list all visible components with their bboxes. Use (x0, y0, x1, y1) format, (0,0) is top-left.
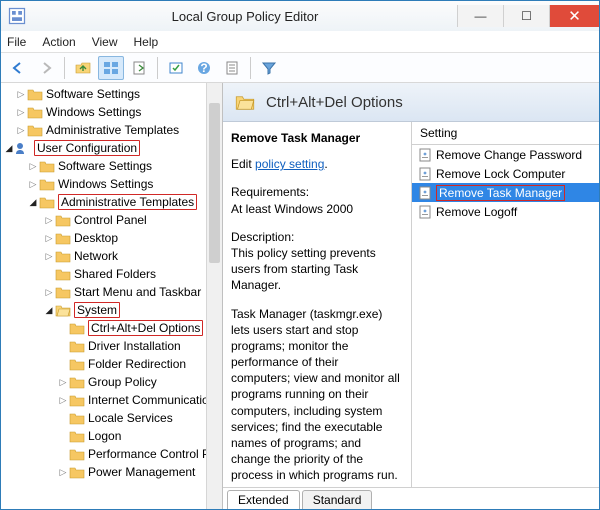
tab-standard[interactable]: Standard (302, 490, 373, 509)
setting-label: Remove Lock Computer (436, 167, 565, 181)
folder-icon (39, 159, 55, 173)
refresh-button[interactable] (163, 56, 189, 80)
folder-open-icon (55, 303, 71, 317)
back-button[interactable] (5, 56, 31, 80)
setting-label: Remove Logoff (436, 205, 517, 219)
policy-icon (418, 186, 432, 200)
close-button[interactable]: ✕ (549, 5, 599, 27)
properties-button[interactable] (219, 56, 245, 80)
folder-icon (55, 231, 71, 245)
description-label: Description: (231, 229, 401, 245)
tree-item[interactable]: Shared Folders (74, 267, 156, 281)
policy-icon (418, 148, 432, 162)
menu-file[interactable]: File (7, 35, 26, 49)
tree-item[interactable]: Locale Services (88, 411, 173, 425)
tree-item[interactable]: Driver Installation (88, 339, 181, 353)
folder-icon (69, 339, 85, 353)
tree-item[interactable]: Desktop (74, 231, 118, 245)
folder-icon (69, 429, 85, 443)
folder-icon (55, 249, 71, 263)
tree-panel[interactable]: ▷Software Settings ▷Windows Settings ▷Ad… (1, 83, 223, 509)
folder-open-icon (235, 93, 255, 111)
export-button[interactable] (126, 56, 152, 80)
detail-header: Ctrl+Alt+Del Options (223, 83, 599, 122)
settings-list-panel: Setting Remove Change Password Remove Lo… (411, 122, 599, 487)
description-text-2: Task Manager (taskmgr.exe) lets users st… (231, 306, 401, 484)
setting-row[interactable]: Remove Logoff (412, 202, 599, 221)
menu-help[interactable]: Help (134, 35, 159, 49)
user-config-icon (15, 141, 31, 155)
description-text-1: This policy setting prevents users from … (231, 245, 401, 294)
tree-item[interactable]: Windows Settings (58, 177, 153, 191)
policy-icon (418, 167, 432, 181)
toolbar: ? (1, 53, 599, 83)
help-button[interactable]: ? (191, 56, 217, 80)
list-view-button[interactable] (98, 56, 124, 80)
detail-description-panel: Remove Task Manager Edit policy setting.… (223, 122, 411, 487)
folder-icon (39, 195, 55, 209)
folder-icon (69, 357, 85, 371)
tree-item[interactable]: Performance Control Pa (88, 447, 217, 461)
tree-item[interactable]: Internet Communication (88, 393, 215, 407)
tab-extended[interactable]: Extended (227, 490, 300, 509)
setting-row-selected[interactable]: Remove Task Manager (412, 183, 599, 202)
folder-icon (55, 213, 71, 227)
setting-label: Remove Change Password (436, 148, 582, 162)
tree-ctrlaltdel[interactable]: Ctrl+Alt+Del Options (88, 320, 203, 336)
svg-text:?: ? (200, 61, 207, 75)
requirements-value: At least Windows 2000 (231, 201, 401, 217)
folder-icon (27, 87, 43, 101)
settings-column-header[interactable]: Setting (412, 122, 599, 145)
folder-icon (69, 465, 85, 479)
folder-icon (69, 321, 85, 335)
folder-icon (39, 177, 55, 191)
app-icon (7, 6, 27, 26)
tree-scrollbar[interactable] (206, 83, 222, 509)
titlebar: Local Group Policy Editor — ☐ ✕ (1, 1, 599, 31)
folder-icon (69, 411, 85, 425)
policy-setting-link[interactable]: policy setting (255, 157, 324, 171)
tree-item[interactable]: Start Menu and Taskbar (74, 285, 201, 299)
menubar: File Action View Help (1, 31, 599, 53)
tree-item[interactable]: Folder Redirection (88, 357, 186, 371)
policy-name: Remove Task Manager (231, 130, 401, 146)
tree-system[interactable]: System (74, 302, 120, 318)
up-button[interactable] (70, 56, 96, 80)
tree-item[interactable]: Power Management (88, 465, 195, 479)
folder-icon (27, 123, 43, 137)
tree-item[interactable]: Control Panel (74, 213, 147, 227)
tree-item[interactable]: Logon (88, 429, 121, 443)
folder-icon (55, 285, 71, 299)
folder-icon (69, 447, 85, 461)
folder-icon (27, 105, 43, 119)
folder-icon (55, 267, 71, 281)
tree-item[interactable]: Windows Settings (46, 105, 141, 119)
menu-action[interactable]: Action (42, 35, 75, 49)
setting-label: Remove Task Manager (436, 185, 565, 201)
minimize-button[interactable]: — (457, 5, 503, 27)
tree-admin-templates[interactable]: Administrative Templates (58, 194, 197, 210)
tree-item[interactable]: Software Settings (58, 159, 152, 173)
filter-button[interactable] (256, 56, 282, 80)
tree-item[interactable]: Group Policy (88, 375, 157, 389)
tree-user-configuration[interactable]: User Configuration (34, 140, 140, 156)
tree-item[interactable]: Software Settings (46, 87, 140, 101)
maximize-button[interactable]: ☐ (503, 5, 549, 27)
detail-tabs: Extended Standard (223, 487, 599, 509)
menu-view[interactable]: View (92, 35, 118, 49)
forward-button[interactable] (33, 56, 59, 80)
setting-row[interactable]: Remove Change Password (412, 145, 599, 164)
edit-label: Edit (231, 157, 252, 171)
requirements-label: Requirements: (231, 184, 401, 200)
setting-row[interactable]: Remove Lock Computer (412, 164, 599, 183)
folder-icon (69, 393, 85, 407)
folder-icon (69, 375, 85, 389)
policy-icon (418, 205, 432, 219)
tree-item[interactable]: Administrative Templates (46, 123, 179, 137)
window-title: Local Group Policy Editor (33, 9, 457, 24)
tree-item[interactable]: Network (74, 249, 118, 263)
detail-title: Ctrl+Alt+Del Options (266, 94, 403, 111)
